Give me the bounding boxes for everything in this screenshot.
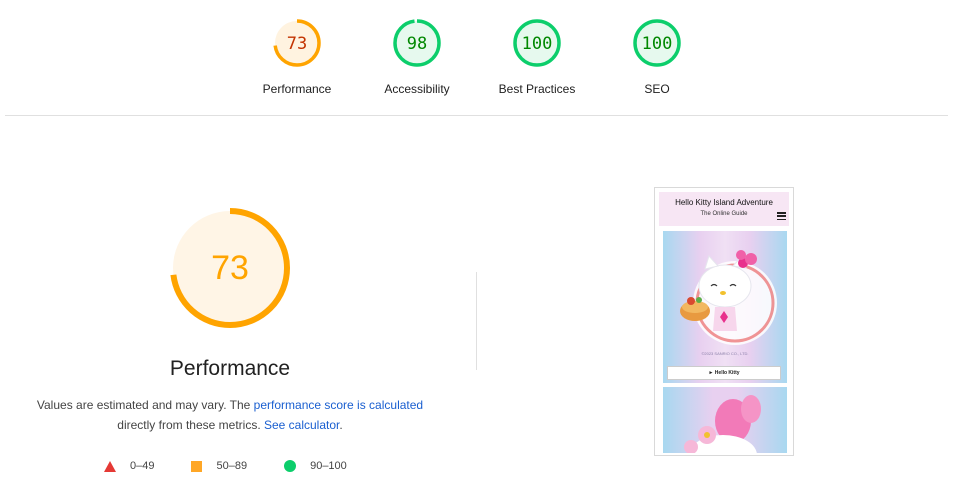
gauge-label: SEO bbox=[644, 82, 670, 96]
performance-summary: 73 Performance Values are estimated and … bbox=[20, 205, 440, 435]
gauge-ring: 100 bbox=[633, 19, 681, 67]
gauge-score: 73 bbox=[287, 34, 307, 54]
vertical-divider bbox=[476, 272, 477, 370]
hello-kitty-illustration-icon bbox=[680, 250, 777, 345]
desc-text: Values are estimated and may vary. The bbox=[36, 398, 254, 412]
desc-text: . bbox=[339, 418, 343, 432]
gauge-score: 100 bbox=[522, 34, 553, 54]
desc-text: directly from these metrics. bbox=[117, 418, 264, 432]
calculator-link[interactable]: See calculator bbox=[264, 418, 339, 432]
performance-score-link[interactable]: performance score is calculated bbox=[254, 398, 423, 412]
red-triangle-icon bbox=[104, 460, 116, 472]
thumbnail-title: Hello Kitty Island Adventure bbox=[675, 198, 773, 207]
legend-range: 90–100 bbox=[310, 460, 347, 472]
legend-range: 0–49 bbox=[130, 460, 155, 472]
hamburger-menu-icon bbox=[777, 212, 786, 221]
thumbnail-header: Hello Kitty Island Adventure The Online … bbox=[659, 192, 789, 226]
gauge-label: Performance bbox=[262, 82, 332, 96]
legend-item-fail: 0–49 bbox=[104, 460, 154, 472]
gauge-seo[interactable]: 100 SEO bbox=[597, 18, 717, 96]
gauge-label: Best Practices bbox=[498, 82, 576, 96]
gauge-best-practices[interactable]: 100 Best Practices bbox=[477, 18, 597, 96]
thumbnail-hero-card: ©2023 SANRIO CO., LTD. bbox=[663, 231, 787, 383]
gauge-ring: 98 bbox=[393, 19, 441, 67]
header-divider bbox=[5, 115, 948, 116]
orange-square-icon bbox=[191, 460, 203, 472]
legend-item-pass: 90–100 bbox=[284, 460, 347, 472]
performance-score: 73 bbox=[211, 249, 249, 287]
gauge-ring: 73 bbox=[273, 19, 321, 67]
green-circle-icon bbox=[284, 460, 297, 472]
hello-kitty-button[interactable]: ► Hello Kitty bbox=[667, 366, 781, 380]
gauge-performance[interactable]: 73 Performance bbox=[237, 18, 357, 96]
performance-title: Performance bbox=[169, 357, 291, 380]
gauge-accessibility[interactable]: 98 Accessibility bbox=[357, 18, 477, 96]
score-legend: 0–49 50–89 90–100 bbox=[104, 460, 347, 472]
thumbnail-subtitle: The Online Guide bbox=[700, 211, 748, 217]
gauge-label: Accessibility bbox=[384, 82, 450, 96]
category-gauges: 73 Performance 98 Accessibility 100 Best… bbox=[0, 0, 953, 116]
legend-item-average: 50–89 bbox=[191, 460, 247, 472]
thumbnail-copyright: ©2023 SANRIO CO., LTD. bbox=[701, 351, 749, 356]
legend-range: 50–89 bbox=[216, 460, 248, 472]
performance-description: Values are estimated and may vary. The p… bbox=[30, 395, 430, 435]
gauge-ring: 100 bbox=[513, 19, 561, 67]
my-melody-illustration-icon bbox=[684, 395, 761, 453]
final-screenshot[interactable]: Hello Kitty Island Adventure The Online … bbox=[654, 187, 794, 456]
gauge-score: 100 bbox=[642, 34, 673, 54]
gauge-score: 98 bbox=[407, 34, 427, 54]
thumbnail-second-card bbox=[663, 387, 787, 453]
performance-gauge: 73 bbox=[167, 205, 293, 331]
